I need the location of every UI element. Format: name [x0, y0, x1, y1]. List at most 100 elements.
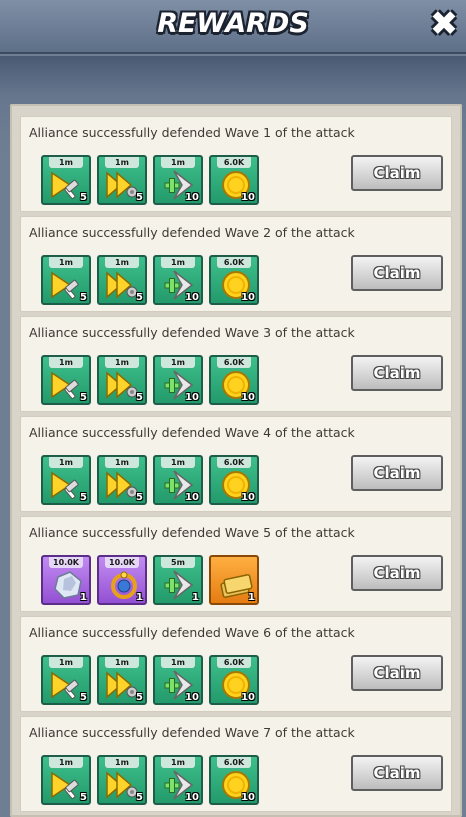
- reward-item-quantity: 10: [241, 492, 255, 503]
- reward-item-quantity: 1: [80, 592, 87, 603]
- reward-description: Alliance successfully defended Wave 4 of…: [29, 425, 355, 440]
- reward-item[interactable]: 1m 5: [97, 755, 147, 805]
- reward-item-quantity: 5: [136, 192, 143, 203]
- list-item: Alliance successfully defended Wave 2 of…: [20, 216, 452, 312]
- reward-item-tag: 1m: [105, 257, 139, 268]
- reward-item-quantity: 5: [80, 692, 87, 703]
- reward-description: Alliance successfully defended Wave 6 of…: [29, 625, 355, 640]
- rewards-list[interactable]: Alliance successfully defended Wave 1 of…: [10, 104, 462, 817]
- reward-item[interactable]: 1m 5: [97, 255, 147, 305]
- reward-item[interactable]: 6.0K 10: [209, 755, 259, 805]
- reward-item-tag: 1m: [105, 457, 139, 468]
- list-item: Alliance successfully defended Wave 4 of…: [20, 416, 452, 512]
- reward-item-tag: 6.0K: [217, 357, 251, 368]
- reward-item[interactable]: 1m 10: [153, 155, 203, 205]
- reward-item-tag: 1m: [49, 157, 83, 168]
- reward-item-quantity: 10: [185, 492, 199, 503]
- reward-item[interactable]: 1: [209, 555, 259, 605]
- reward-item-quantity: 5: [136, 292, 143, 303]
- reward-item-quantity: 10: [241, 392, 255, 403]
- reward-item-tag: 1m: [49, 757, 83, 768]
- reward-item[interactable]: 1m 5: [41, 255, 91, 305]
- reward-item-tag: 6.0K: [217, 657, 251, 668]
- reward-item-quantity: 5: [80, 492, 87, 503]
- reward-item-tag: 10.0K: [49, 557, 83, 568]
- reward-item[interactable]: 1m 5: [41, 655, 91, 705]
- reward-item[interactable]: 1m 10: [153, 255, 203, 305]
- reward-item[interactable]: 1m 5: [41, 355, 91, 405]
- reward-item[interactable]: 1m 5: [97, 355, 147, 405]
- reward-item[interactable]: 1m 10: [153, 355, 203, 405]
- reward-item-quantity: 5: [80, 192, 87, 203]
- reward-item[interactable]: 10.0K 1: [41, 555, 91, 605]
- reward-item-quantity: 5: [136, 792, 143, 803]
- reward-item-tag: 10.0K: [105, 557, 139, 568]
- reward-item-quantity: 10: [185, 392, 199, 403]
- reward-item[interactable]: 1m 5: [41, 755, 91, 805]
- reward-item-tag: 1m: [49, 457, 83, 468]
- reward-item-tag: 6.0K: [217, 157, 251, 168]
- reward-item-tag: 1m: [105, 357, 139, 368]
- claim-button[interactable]: Claim: [351, 655, 443, 691]
- reward-item-quantity: 1: [136, 592, 143, 603]
- reward-item[interactable]: 1m 5: [97, 455, 147, 505]
- reward-item[interactable]: 1m 10: [153, 455, 203, 505]
- header-bar: REWARDS ✖: [0, 0, 466, 54]
- list-item: Alliance successfully defended Wave 5 of…: [20, 516, 452, 612]
- list-item: Alliance successfully defended Wave 7 of…: [20, 716, 452, 812]
- claim-button[interactable]: Claim: [351, 755, 443, 791]
- reward-item[interactable]: 6.0K 10: [209, 655, 259, 705]
- reward-item-tag: 1m: [161, 157, 195, 168]
- reward-item-tag: 1m: [49, 657, 83, 668]
- reward-item-quantity: 10: [241, 192, 255, 203]
- reward-item-tag: 6.0K: [217, 257, 251, 268]
- reward-item-tag: 1m: [49, 357, 83, 368]
- reward-item[interactable]: 1m 5: [97, 655, 147, 705]
- reward-item-quantity: 10: [185, 792, 199, 803]
- reward-item[interactable]: 1m 10: [153, 655, 203, 705]
- reward-item-tag: 1m: [105, 657, 139, 668]
- close-icon[interactable]: ✖: [426, 6, 462, 42]
- claim-button[interactable]: Claim: [351, 255, 443, 291]
- list-item: Alliance successfully defended Wave 1 of…: [20, 116, 452, 212]
- reward-item[interactable]: 6.0K 10: [209, 255, 259, 305]
- reward-item-tag: 1m: [161, 657, 195, 668]
- reward-description: Alliance successfully defended Wave 5 of…: [29, 525, 355, 540]
- reward-item-quantity: 1: [248, 592, 255, 603]
- reward-item[interactable]: 1m 10: [153, 755, 203, 805]
- reward-item[interactable]: 6.0K 10: [209, 355, 259, 405]
- reward-item-tag: 1m: [49, 257, 83, 268]
- reward-item[interactable]: 10.0K 1: [97, 555, 147, 605]
- claim-button[interactable]: Claim: [351, 355, 443, 391]
- reward-item-tag: 1m: [161, 457, 195, 468]
- reward-item[interactable]: 6.0K 10: [209, 155, 259, 205]
- reward-item-quantity: 10: [241, 692, 255, 703]
- reward-item-quantity: 10: [185, 292, 199, 303]
- reward-item-quantity: 5: [80, 392, 87, 403]
- list-item: Alliance successfully defended Wave 3 of…: [20, 316, 452, 412]
- claim-button[interactable]: Claim: [351, 555, 443, 591]
- reward-item-quantity: 5: [136, 692, 143, 703]
- reward-item-tag: 1m: [105, 157, 139, 168]
- reward-item-tag: 1m: [161, 357, 195, 368]
- reward-item-tag: 1m: [161, 257, 195, 268]
- reward-item-tag: 6.0K: [217, 457, 251, 468]
- reward-item[interactable]: 1m 5: [41, 455, 91, 505]
- reward-item[interactable]: 1m 5: [97, 155, 147, 205]
- reward-item-quantity: 10: [185, 192, 199, 203]
- reward-item-tag: 5m: [161, 557, 195, 568]
- reward-item-quantity: 5: [136, 492, 143, 503]
- reward-item-quantity: 10: [185, 692, 199, 703]
- reward-item[interactable]: 1m 5: [41, 155, 91, 205]
- reward-item[interactable]: 6.0K 10: [209, 455, 259, 505]
- list-item: Alliance successfully defended Wave 6 of…: [20, 616, 452, 712]
- reward-description: Alliance successfully defended Wave 7 of…: [29, 725, 355, 740]
- reward-item-tag: 6.0K: [217, 757, 251, 768]
- reward-item[interactable]: 5m 1: [153, 555, 203, 605]
- claim-button[interactable]: Claim: [351, 455, 443, 491]
- reward-item-quantity: 5: [80, 792, 87, 803]
- reward-item-quantity: 10: [241, 792, 255, 803]
- claim-button[interactable]: Claim: [351, 155, 443, 191]
- reward-description: Alliance successfully defended Wave 1 of…: [29, 125, 355, 140]
- reward-item-tag: 1m: [161, 757, 195, 768]
